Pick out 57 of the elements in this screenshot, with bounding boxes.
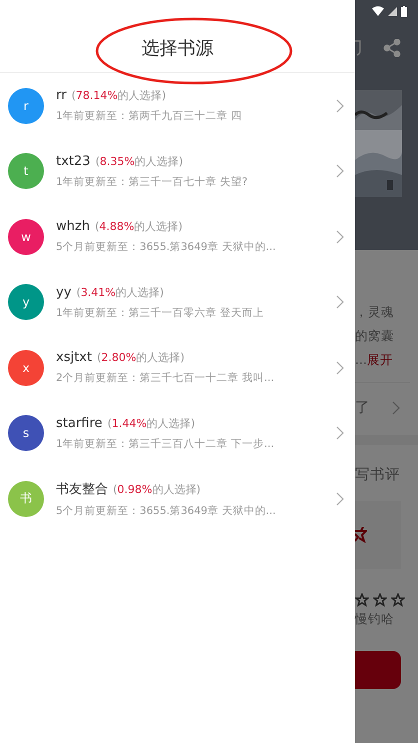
- intro-text: 的窝囊: [355, 327, 395, 345]
- selection-share: (1.44%的人选择): [107, 416, 195, 431]
- source-item[interactable]: x xsjtxt (2.80%的人选择) 2个月前更新至：第三千七百一十二章 我叫...: [0, 335, 355, 400]
- avatar: s: [8, 415, 44, 452]
- chevron-icon[interactable]: [392, 401, 400, 415]
- intro-text: ，灵魂: [355, 303, 395, 321]
- source-item[interactable]: s starfire (1.44%的人选择) 1年前更新至：第三千三百八十二章 下一步...: [0, 400, 355, 466]
- chevron-icon: [336, 360, 344, 375]
- latest-chapter-text: 了: [355, 399, 370, 418]
- source-item[interactable]: r rr (78.14%的人选择) 1年前更新至：第两千九百三十二章 四: [0, 73, 355, 138]
- avatar: t: [8, 153, 44, 190]
- source-name: rr: [56, 88, 66, 104]
- source-name: xsjtxt: [56, 350, 92, 366]
- update-info: 5个月前更新至：3655.第3649章 天狱中的...: [56, 240, 277, 254]
- source-name: starfire: [56, 416, 102, 431]
- signal-icon: [388, 6, 397, 16]
- star-icon: [373, 593, 387, 607]
- source-name: 书友整合: [56, 480, 108, 498]
- chevron-icon: [336, 98, 344, 113]
- update-info: 1年前更新至：第三千一百七十章 失望?: [56, 174, 249, 189]
- selection-share: (0.98%的人选择): [113, 482, 201, 497]
- avatar: y: [8, 284, 44, 320]
- star-icon: [391, 593, 405, 607]
- selection-share: (2.80%的人选择): [96, 350, 185, 366]
- source-name: whzh: [56, 219, 90, 234]
- update-info: 5个月前更新至：3655.第3649章 天狱中的...: [56, 504, 277, 518]
- chevron-icon: [336, 295, 344, 310]
- avatar: w: [8, 218, 44, 255]
- update-info: 1年前更新至：第三千一百零六章 登天而上: [56, 306, 266, 320]
- source-name: txt23: [56, 154, 90, 169]
- share-icon[interactable]: [383, 39, 401, 57]
- chevron-icon: [336, 164, 344, 178]
- drawer-title: 选择书源: [142, 37, 214, 60]
- selection-share: (4.88%的人选择): [94, 219, 182, 234]
- chevron-icon: [336, 230, 344, 244]
- source-name: yy: [56, 284, 72, 300]
- avatar: r: [8, 88, 44, 124]
- update-info: 1年前更新至：第三千三百八十二章 下一步...: [56, 436, 276, 451]
- selection-share: (78.14%的人选择): [71, 88, 166, 104]
- chevron-icon: [336, 492, 344, 506]
- star-icon[interactable]: [355, 527, 367, 543]
- expand-link[interactable]: ...展开: [355, 348, 418, 372]
- source-item[interactable]: 书 书友整合 (0.98%的人选择) 5个月前更新至：3655.第3649章 天狱中的...: [0, 466, 355, 532]
- avatar: 书: [8, 480, 44, 517]
- comment-text: 慢钓哈: [355, 610, 395, 628]
- update-info: 2个月前更新至：第三千七百一十二章 我叫...: [56, 371, 276, 386]
- source-item[interactable]: y yy (3.41%的人选择) 1年前更新至：第三千一百零六章 登天而上: [0, 270, 355, 335]
- selection-share: (3.41%的人选择): [76, 284, 164, 300]
- avatar: x: [8, 350, 44, 386]
- star-icon: [355, 593, 369, 607]
- source-item[interactable]: w whzh (4.88%的人选择) 5个月前更新至：3655.第3649章 天狱中的...: [0, 204, 355, 270]
- battery-icon: [401, 6, 407, 16]
- wifi-icon: [372, 6, 384, 16]
- source-item[interactable]: t txt23 (8.35%的人选择) 1年前更新至：第三千一百七十章 失望?: [0, 138, 355, 204]
- chevron-icon: [336, 426, 344, 440]
- update-info: 1年前更新至：第两千九百三十二章 四: [56, 109, 244, 124]
- selection-share: (8.35%的人选择): [95, 154, 183, 169]
